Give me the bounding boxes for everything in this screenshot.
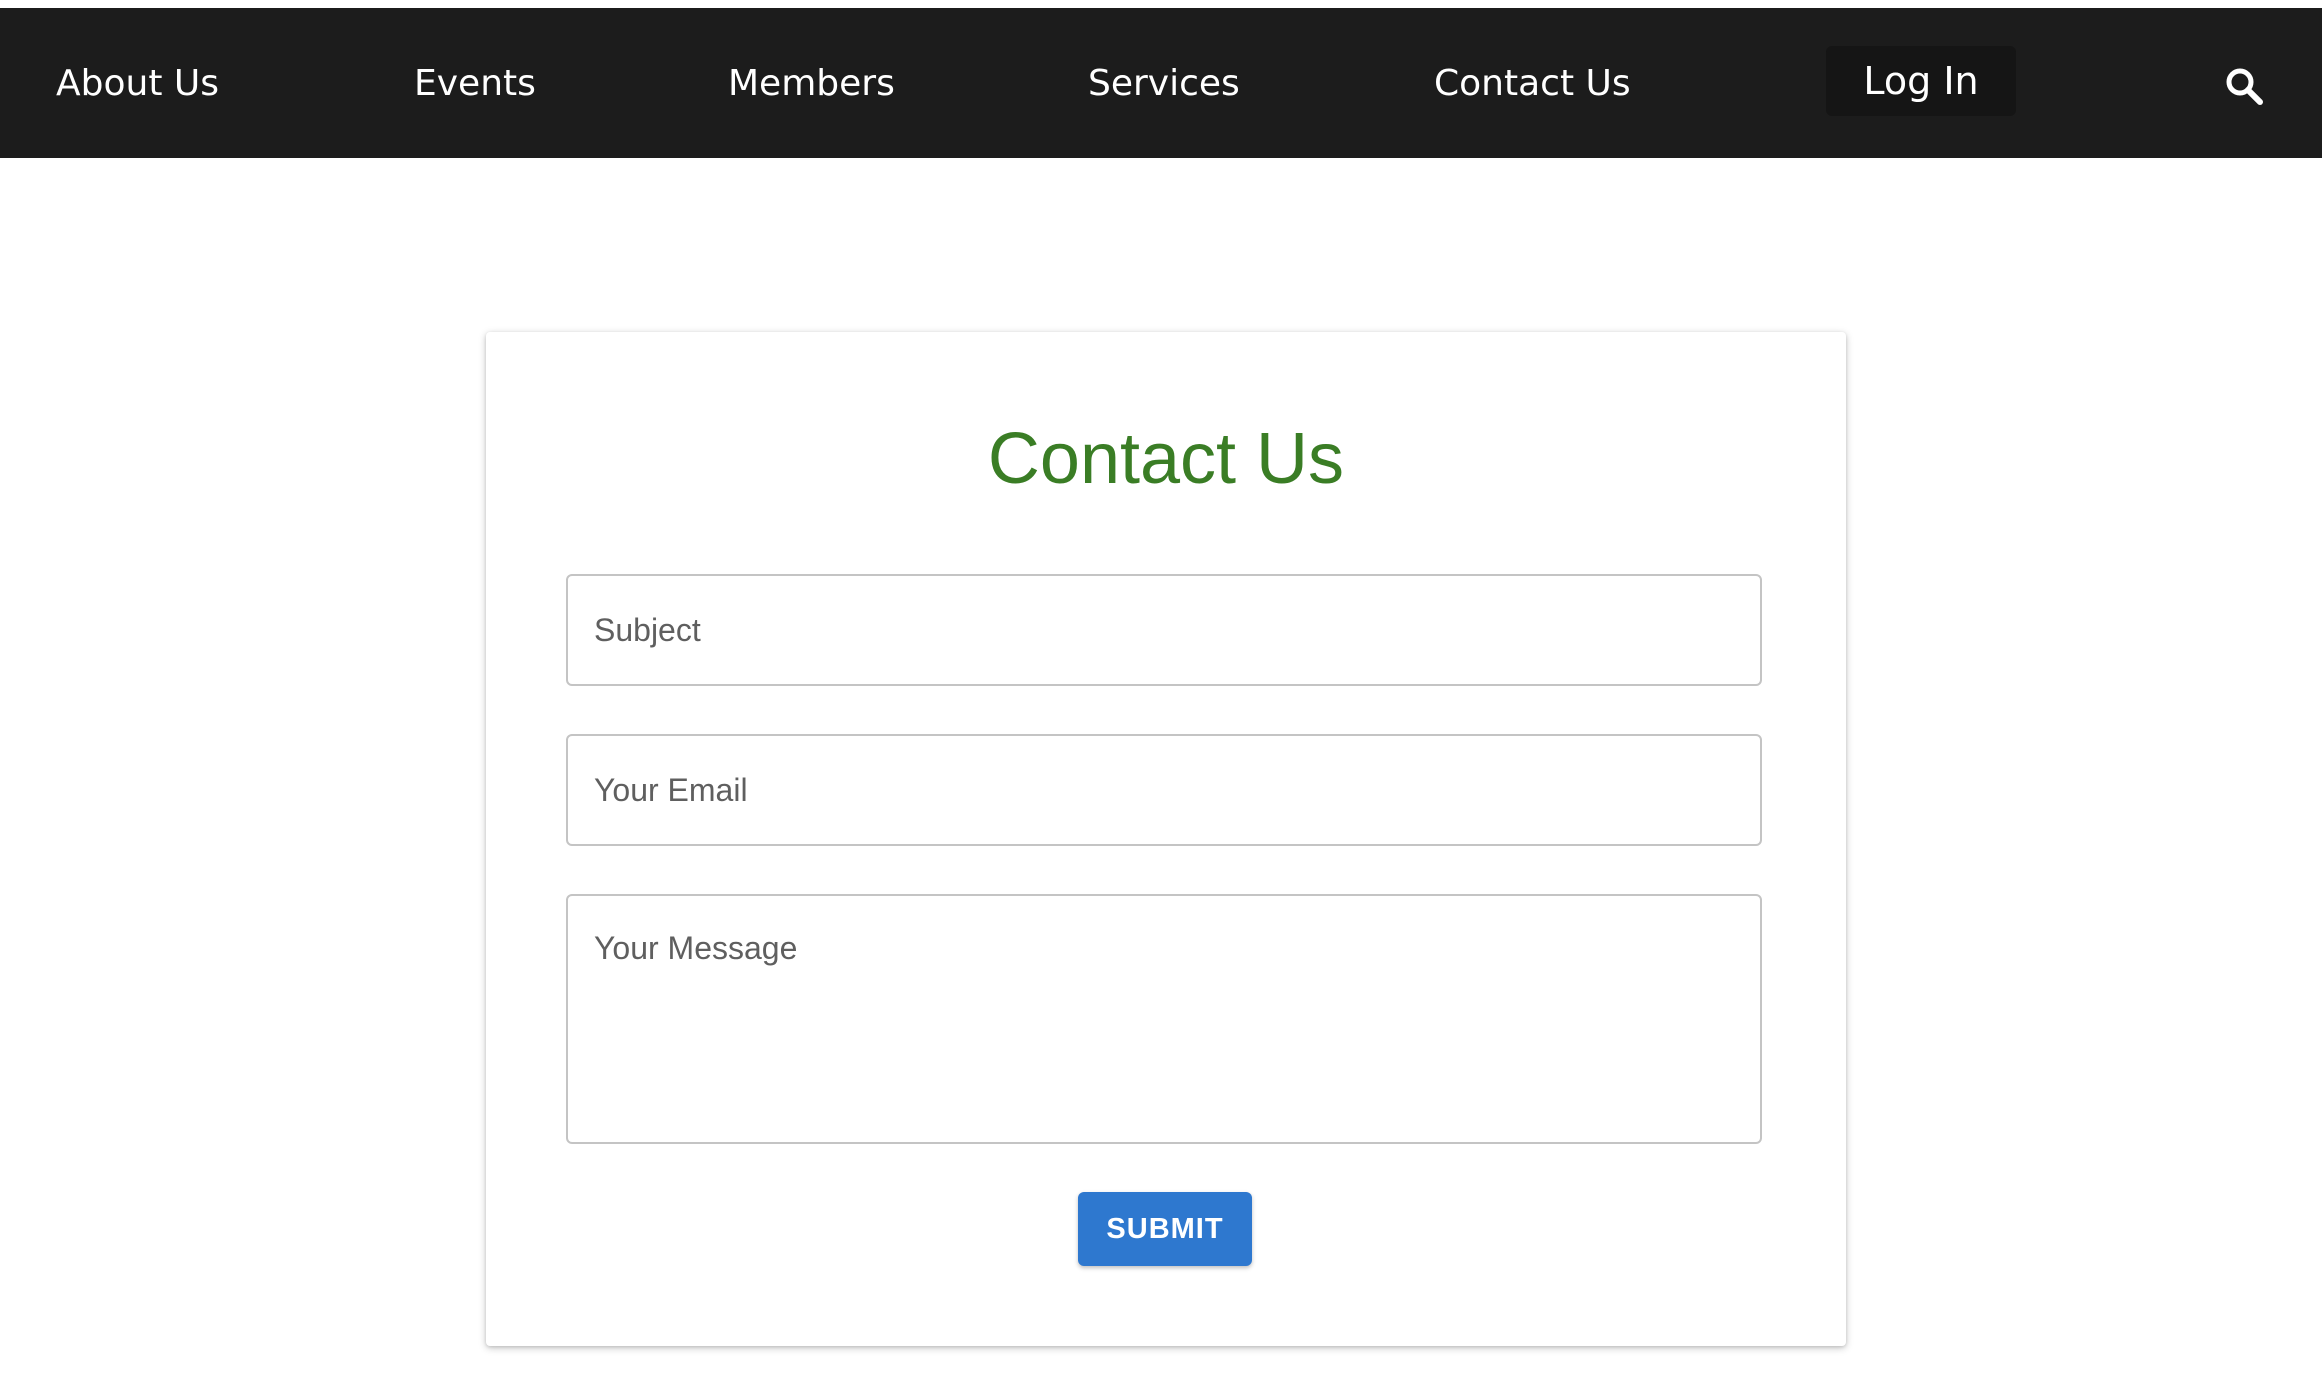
nav-item-contact-us[interactable]: Contact Us: [1434, 58, 1631, 110]
subject-field-label: Subject: [594, 612, 701, 648]
search-icon: [2226, 68, 2263, 105]
nav-item-events[interactable]: Events: [414, 58, 536, 110]
email-field[interactable]: Your Email: [566, 734, 1762, 846]
login-button[interactable]: Log In: [1826, 46, 2016, 116]
contact-form-card: Contact Us Subject Your Email Your Messa…: [486, 332, 1846, 1346]
subject-field[interactable]: Subject: [566, 574, 1762, 686]
contact-form-title: Contact Us: [987, 419, 1345, 499]
nav-item-services[interactable]: Services: [1088, 58, 1240, 110]
email-field-label: Your Email: [594, 772, 748, 808]
message-field[interactable]: Your Message: [566, 894, 1762, 1144]
nav-item-members[interactable]: Members: [728, 58, 895, 110]
top-strip: [0, 0, 2322, 8]
top-navbar: About Us Events Members Services Contact…: [0, 8, 2322, 158]
search-button[interactable]: [2222, 64, 2266, 108]
message-field-label: Your Message: [594, 930, 798, 966]
submit-button[interactable]: SUBMIT: [1078, 1192, 1252, 1266]
nav-item-about-us[interactable]: About Us: [56, 58, 219, 110]
